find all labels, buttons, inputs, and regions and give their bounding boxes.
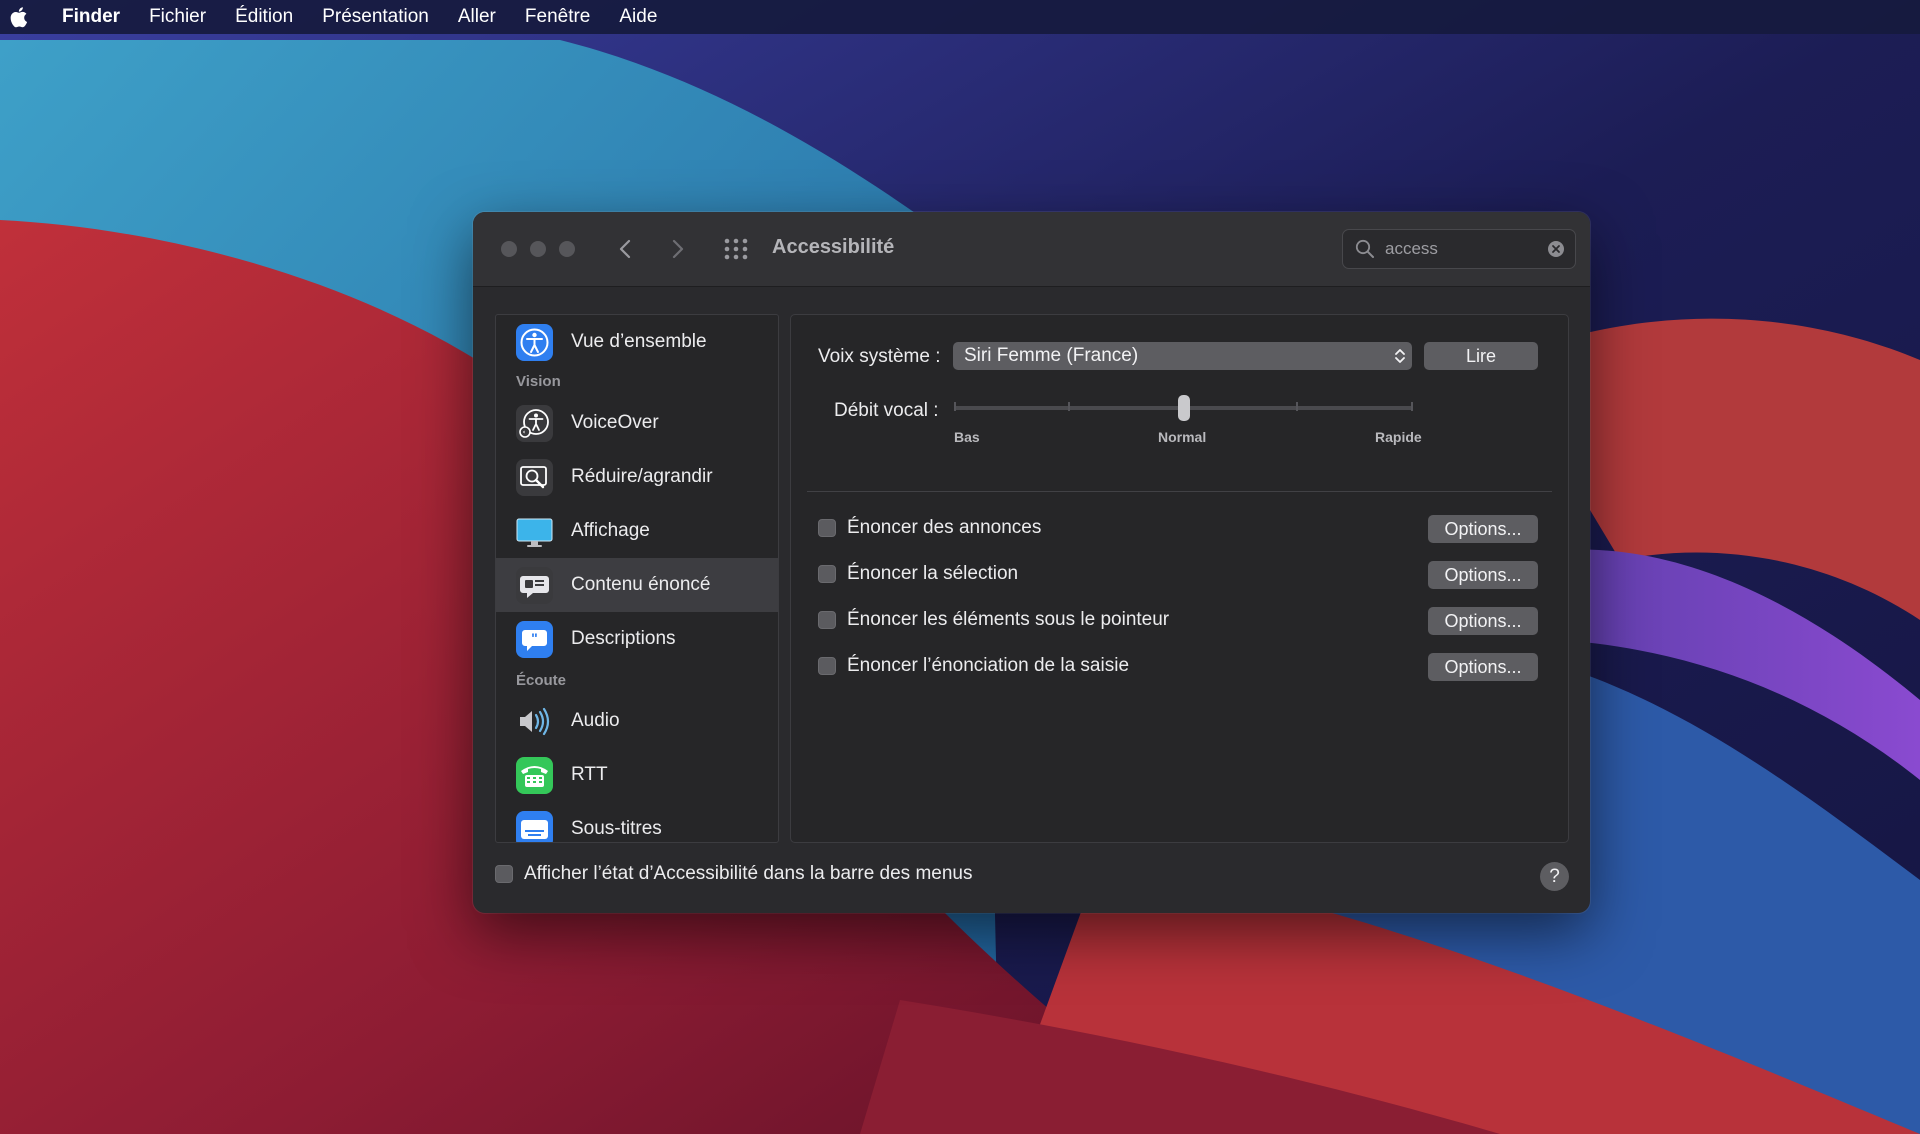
slider-tick xyxy=(954,402,956,411)
sidebar: Vue d’ensemble Vision VoiceOver Réduire/… xyxy=(495,314,779,843)
section-vision: Vision xyxy=(516,373,561,390)
pointer-items-label: Énoncer les éléments sous le pointeur xyxy=(847,609,1170,630)
sidebar-item-label: Audio xyxy=(571,710,620,731)
captions-icon xyxy=(516,810,553,842)
rate-label-slow: Bas xyxy=(954,429,980,445)
sidebar-item-label: VoiceOver xyxy=(571,412,659,433)
forward-button[interactable] xyxy=(663,234,693,264)
zoom-icon xyxy=(516,458,553,496)
svg-text:": " xyxy=(531,630,538,646)
menu-bar: Finder Fichier Édition Présentation Alle… xyxy=(0,0,1920,34)
display-icon xyxy=(516,518,553,547)
typing-feedback-options-button[interactable]: Options... xyxy=(1428,653,1538,681)
window-title: Accessibilité xyxy=(772,236,895,258)
window-toolbar: Accessibilité xyxy=(473,212,1590,287)
sidebar-item-label: Vue d’ensemble xyxy=(571,331,707,352)
play-button[interactable]: Lire xyxy=(1424,342,1538,370)
sidebar-item-rtt[interactable]: RTT xyxy=(496,748,778,802)
selection-options-button[interactable]: Options... xyxy=(1428,561,1538,589)
popup-arrows-icon xyxy=(1395,349,1405,363)
menu-edition[interactable]: Édition xyxy=(235,6,293,28)
sidebar-item-captions[interactable]: Sous-titres xyxy=(496,802,778,842)
rtt-icon xyxy=(516,756,553,794)
grid-icon xyxy=(724,238,748,260)
speaking-rate-label: Débit vocal : xyxy=(834,400,939,421)
spoken-content-panel: Voix système : Siri Femme (France) Lire … xyxy=(790,314,1569,843)
sidebar-item-audio[interactable]: Audio xyxy=(496,694,778,748)
apple-logo-icon[interactable] xyxy=(10,6,32,28)
announcements-label: Énoncer des annonces xyxy=(847,517,1042,538)
minimize-window-button[interactable] xyxy=(530,241,546,257)
back-button[interactable] xyxy=(610,234,640,264)
slider-tick xyxy=(1411,402,1413,411)
search-field[interactable] xyxy=(1342,229,1576,269)
rate-label-fast: Rapide xyxy=(1375,429,1422,445)
show-in-menubar-checkbox[interactable] xyxy=(495,865,513,883)
chevron-left-icon xyxy=(619,239,631,259)
menu-aide[interactable]: Aide xyxy=(619,6,657,28)
pointer-items-checkbox[interactable] xyxy=(818,611,836,629)
menu-presentation[interactable]: Présentation xyxy=(322,6,429,28)
show-in-menubar-label: Afficher l’état d’Accessibilité dans la … xyxy=(524,863,973,884)
voiceover-icon xyxy=(516,404,553,442)
sidebar-item-label: RTT xyxy=(571,764,608,785)
sidebar-item-zoom[interactable]: Réduire/agrandir xyxy=(496,450,778,504)
audio-icon xyxy=(520,707,550,735)
help-button[interactable]: ? xyxy=(1540,862,1569,891)
sidebar-item-overview[interactable]: Vue d’ensemble xyxy=(496,315,778,369)
announcements-options-button[interactable]: Options... xyxy=(1428,515,1538,543)
sidebar-item-voiceover[interactable]: VoiceOver xyxy=(496,396,778,450)
chevron-right-icon xyxy=(672,239,684,259)
clear-search-icon[interactable] xyxy=(1547,240,1565,258)
zoom-window-button[interactable] xyxy=(559,241,575,257)
menu-fichier[interactable]: Fichier xyxy=(149,6,206,28)
pointer-items-options-button[interactable]: Options... xyxy=(1428,607,1538,635)
show-all-button[interactable] xyxy=(723,236,749,262)
rate-label-normal: Normal xyxy=(1158,429,1207,445)
typing-feedback-checkbox[interactable] xyxy=(818,657,836,675)
menu-fenetre[interactable]: Fenêtre xyxy=(525,6,590,28)
sidebar-item-label: Réduire/agrandir xyxy=(571,466,713,487)
search-input[interactable] xyxy=(1385,237,1535,261)
sidebar-item-label: Descriptions xyxy=(571,628,676,649)
section-ecoute: Écoute xyxy=(516,672,567,689)
sidebar-item-label: Sous-titres xyxy=(571,818,662,839)
selection-label: Énoncer la sélection xyxy=(847,563,1019,584)
menu-app-finder[interactable]: Finder xyxy=(62,6,120,28)
typing-feedback-label: Énoncer l’énonciation de la saisie xyxy=(847,655,1130,676)
system-voice-label: Voix système : xyxy=(818,346,941,367)
descriptions-icon: " xyxy=(516,620,553,658)
section-divider xyxy=(807,491,1552,492)
system-voice-value: Siri Femme (France) xyxy=(964,345,1139,366)
sidebar-item-descriptions[interactable]: " Descriptions xyxy=(496,612,778,666)
accessibility-person-icon xyxy=(516,323,553,361)
sidebar-item-label: Contenu énoncé xyxy=(571,574,711,595)
search-icon xyxy=(1355,239,1374,258)
sidebar-item-display[interactable]: Affichage xyxy=(496,504,778,558)
announcements-checkbox[interactable] xyxy=(818,519,836,537)
sidebar-item-label: Affichage xyxy=(571,520,650,541)
preferences-window: Accessibilité Vue d’ensemble Vision xyxy=(473,212,1590,913)
slider-tick xyxy=(1068,402,1070,411)
speaking-rate-slider-thumb[interactable] xyxy=(1177,395,1190,421)
close-window-button[interactable] xyxy=(501,241,517,257)
sidebar-item-spoken-content[interactable]: Contenu énoncé xyxy=(496,558,778,612)
system-voice-popup[interactable]: Siri Femme (France) xyxy=(953,342,1412,370)
spoken-content-icon xyxy=(516,566,553,604)
slider-tick xyxy=(1296,402,1298,411)
menu-aller[interactable]: Aller xyxy=(458,6,496,28)
selection-checkbox[interactable] xyxy=(818,565,836,583)
